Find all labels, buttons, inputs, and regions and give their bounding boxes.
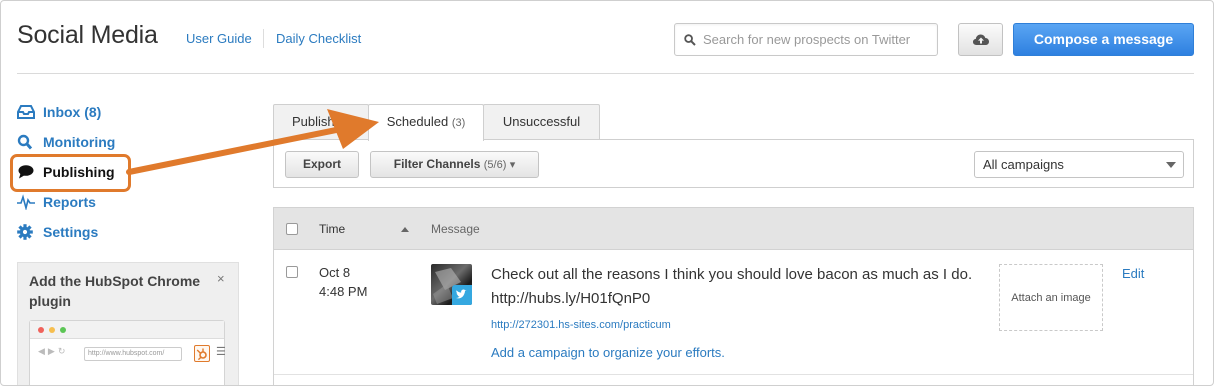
user-guide-link[interactable]: User Guide [186,31,252,46]
header-divider [263,29,264,48]
message-link[interactable]: http://272301.hs-sites.com/practicum [491,319,671,331]
upload-button[interactable] [958,23,1003,56]
message-text: Check out all the reasons I think you sh… [491,266,973,307]
sidebar-item-label: Settings [43,224,99,240]
daily-checklist-link[interactable]: Daily Checklist [276,31,361,46]
table-header: Time Message [274,208,1193,250]
chevron-down-icon: ▾ [509,159,516,171]
plugin-panel-title: Add the HubSpot Chrome plugin [29,273,201,309]
preview-dot [60,327,66,333]
column-header-time[interactable]: Time [319,222,345,236]
campaign-select[interactable]: All campaigns [974,151,1184,178]
column-header-message: Message [431,222,480,236]
tab-unsuccessful[interactable]: Unsuccessful [483,104,600,140]
plugin-preview-image: ◀▶↻ http://www.hubspot.com/ ☰ [29,320,226,385]
export-button[interactable]: Export [285,151,359,178]
page-title: Social Media [17,21,158,49]
filter-channels-button[interactable]: Filter Channels (5/6) ▾ [370,151,539,178]
tab-label: Scheduled [386,114,449,129]
search-icon [17,134,33,150]
header-divider-line [17,73,1194,74]
tab-count-badge: (3) [451,117,466,129]
app-window: Social Media User Guide Daily Checklist … [0,0,1214,386]
twitter-search-box[interactable] [674,23,938,56]
search-icon [684,34,696,46]
sort-ascending-icon[interactable] [401,227,409,232]
sidebar-item-label: Monitoring [43,134,116,150]
preview-url-bar: http://www.hubspot.com/ [84,347,182,361]
add-campaign-link[interactable]: Add a campaign to organize your efforts. [491,345,725,360]
preview-nav-arrows: ◀▶↻ [38,346,69,356]
preview-titlebar [30,321,224,339]
chrome-plugin-panel: Add the HubSpot Chrome plugin × ◀▶↻ http… [17,262,239,385]
row-time: 4:48 PM [319,284,368,299]
tab-scheduled[interactable]: Scheduled (3) [368,104,484,141]
tab-label: Publishe [292,114,342,129]
cloud-upload-icon [972,34,989,45]
campaign-select-value: All campaigns [983,157,1064,172]
pulse-icon [17,194,35,210]
attach-image-dropzone[interactable]: Attach an image [999,264,1103,331]
scheduled-messages-table: Time Message Oct 8 4:48 PM Check out all… [273,207,1194,385]
gear-icon [17,224,33,240]
edit-link[interactable]: Edit [1122,266,1144,281]
sidebar-item-label: Inbox (8) [43,104,102,120]
publishing-toolbar: Export Filter Channels (5/6) ▾ All campa… [273,139,1194,188]
tab-label: Unsuccessful [502,114,581,129]
preview-dot [49,327,55,333]
preview-dot [38,327,44,333]
search-input[interactable] [703,24,933,55]
inbox-tray-icon [17,105,35,119]
sidebar-item-label: Reports [43,194,96,210]
dropdown-caret-icon [1166,162,1176,168]
filter-count: (5/6) [483,159,507,171]
tab-published[interactable]: Publishe [273,104,369,140]
select-all-checkbox[interactable] [286,223,298,235]
hubspot-logo-icon [194,345,210,362]
row-divider [274,374,1193,375]
annotation-highlight-box [10,154,131,192]
compose-message-button[interactable]: Compose a message [1013,23,1194,56]
twitter-bird-icon [452,285,472,305]
close-icon[interactable]: × [217,271,225,286]
row-checkbox[interactable] [286,266,298,278]
account-avatar [431,264,472,305]
filter-label: Filter Channels [393,157,481,171]
row-date: Oct 8 [319,265,351,280]
hamburger-menu-icon: ☰ [216,346,226,358]
